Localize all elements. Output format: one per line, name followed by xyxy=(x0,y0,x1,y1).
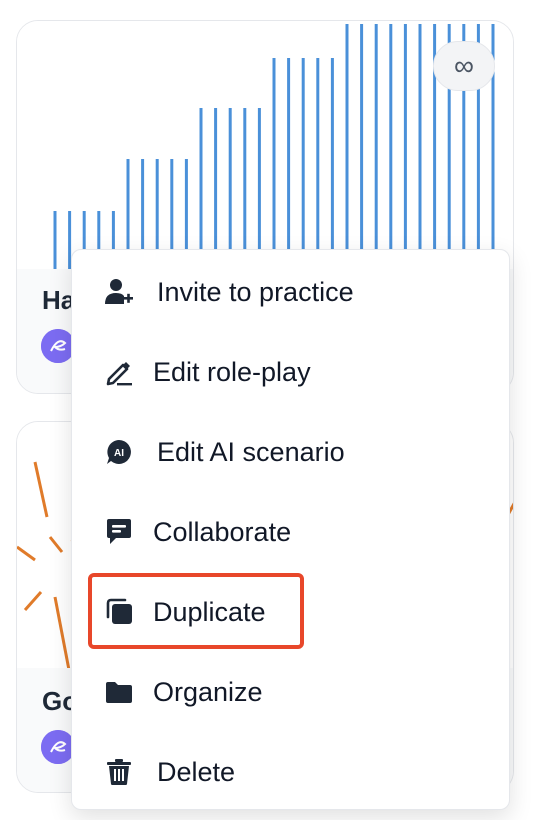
ray-line xyxy=(23,591,43,611)
menu-item-label: Collaborate xyxy=(153,516,292,547)
menu-item-label: Edit AI scenario xyxy=(157,436,345,467)
ray-line xyxy=(53,596,71,671)
folder-icon xyxy=(104,677,134,707)
menu-item-collaborate[interactable]: Collaborate xyxy=(72,502,509,562)
menu-item-label: Edit role-play xyxy=(153,356,311,387)
menu-item-edit-roleplay[interactable]: Edit role-play xyxy=(72,342,509,402)
menu-item-label: Organize xyxy=(153,676,263,707)
ai-chat-icon: AI xyxy=(104,437,134,467)
message-icon xyxy=(104,517,134,547)
user-plus-icon xyxy=(104,277,134,307)
svg-text:AI: AI xyxy=(114,448,124,459)
avatar xyxy=(41,329,75,363)
context-menu: Invite to practice Edit role-play AI Edi… xyxy=(71,249,510,810)
menu-item-label: Invite to practice xyxy=(157,276,354,307)
ray-line xyxy=(17,545,36,562)
menu-item-label: Delete xyxy=(157,756,236,787)
menu-item-invite[interactable]: Invite to practice xyxy=(72,262,509,322)
duplicate-highlight-box xyxy=(88,573,304,649)
ray-line xyxy=(48,536,64,553)
avatar-logo-icon xyxy=(41,730,75,764)
avatar xyxy=(41,730,75,764)
menu-item-delete[interactable]: Delete xyxy=(72,742,509,802)
trash-icon xyxy=(104,757,134,787)
pencil-icon xyxy=(104,357,134,387)
ray-line xyxy=(33,461,49,518)
app-stage: ∞ Ha Go Invite to practice Edit role-pla… xyxy=(0,0,538,820)
infinity-icon[interactable]: ∞ xyxy=(433,41,495,91)
menu-item-edit-ai-scenario[interactable]: AI Edit AI scenario xyxy=(72,422,509,482)
avatar-logo-icon xyxy=(41,329,75,363)
menu-item-organize[interactable]: Organize xyxy=(72,662,509,722)
